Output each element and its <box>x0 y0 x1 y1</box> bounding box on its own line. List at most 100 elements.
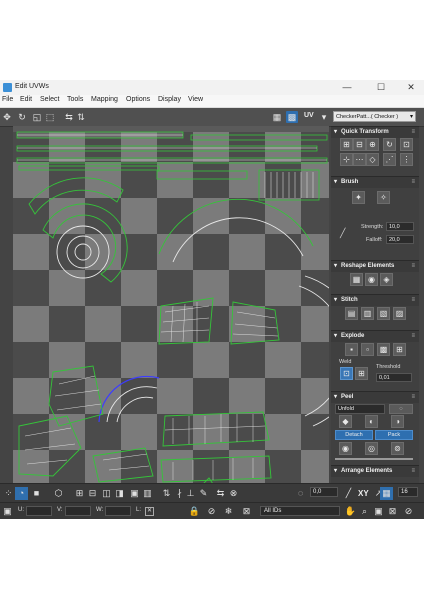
strength-spinner[interactable]: 10,0 <box>386 222 414 231</box>
angle-snap-icon[interactable]: ◌ <box>294 487 307 500</box>
spacing-icon[interactable]: ⋯ <box>353 153 366 166</box>
peel-rollout-header[interactable]: ▾ Peel ≡ <box>331 391 419 403</box>
absolute-mode-icon[interactable]: ▣ <box>1 505 14 518</box>
grow-icon[interactable]: ⊞ <box>73 487 86 500</box>
checker-toggle-icon[interactable]: ▩ <box>286 111 298 123</box>
freeform-icon[interactable]: ⬚ <box>44 111 56 123</box>
detach-button[interactable]: Detach <box>335 430 373 440</box>
break-icon[interactable]: ▪ <box>345 343 358 356</box>
menu-options[interactable]: Options <box>126 96 150 103</box>
uv-axis-label[interactable]: UV <box>304 112 314 119</box>
quick-peel-icon[interactable]: ◆ <box>339 415 352 428</box>
uv-canvas[interactable] <box>13 126 329 483</box>
arrange-elements-rollout-header[interactable]: ▾ Arrange Elements ≡ <box>331 465 419 477</box>
stitch-to-target-icon[interactable]: ▤ <box>345 307 358 320</box>
threshold-spinner[interactable]: 0,01 <box>376 373 412 382</box>
move-icon[interactable]: ✥ <box>1 111 13 123</box>
angle-field[interactable]: 0,0 <box>310 487 338 497</box>
texture-dropdown[interactable]: CheckerPatt...( Checker ) ▾ <box>333 111 416 122</box>
material-id-dropdown[interactable]: All IDs <box>260 506 340 516</box>
menu-select[interactable]: Select <box>40 96 59 103</box>
relax-tool-icon[interactable]: ◈ <box>380 273 393 286</box>
pack-button[interactable]: Pack <box>375 430 413 440</box>
scale-icon[interactable]: ◱ <box>31 111 43 123</box>
close-button[interactable]: ✕ <box>400 80 422 95</box>
relax-until-flat-icon[interactable]: ◉ <box>365 273 378 286</box>
sync-icon[interactable]: ⇆ <box>214 487 227 500</box>
peel-mode-icon[interactable]: ◐ <box>365 415 378 428</box>
peel-mode-dropdown[interactable]: Unfold <box>335 404 385 414</box>
loop-icon[interactable]: ◫ <box>100 487 113 500</box>
stitch-custom-icon[interactable]: ▨ <box>393 307 406 320</box>
align-to-edge-icon[interactable]: ⊡ <box>400 138 413 151</box>
stitch-to-source-icon[interactable]: ▧ <box>377 307 390 320</box>
v-field[interactable] <box>65 506 91 516</box>
stitch-rollout-header[interactable]: ▾ Stitch ≡ <box>331 294 419 306</box>
flip-icon[interactable]: ⇅ <box>75 111 87 123</box>
relax-brush-icon[interactable]: ✧ <box>377 191 390 204</box>
detach-edge-icon[interactable]: ▫ <box>361 343 374 356</box>
quick-transform-rollout-header[interactable]: ▾ Quick Transform ≡ <box>331 126 419 138</box>
show-hidden-icon[interactable]: ⊘ <box>205 505 218 518</box>
soft-select-icon[interactable]: ⇅ <box>160 487 173 500</box>
lock-checkbox[interactable]: ✕ <box>145 507 154 516</box>
element-mode-icon[interactable]: ⬡ <box>52 487 65 500</box>
unpin-icon[interactable]: ◎ <box>365 442 378 455</box>
brush-select-icon[interactable]: ✎ <box>197 487 210 500</box>
select-by-angle-icon[interactable]: ▣ <box>128 487 141 500</box>
peel-reset-button[interactable]: ◌ <box>389 404 413 414</box>
menu-mapping[interactable]: Mapping <box>91 96 118 103</box>
rotate-90-icon[interactable]: ↻ <box>383 138 396 151</box>
u-field[interactable] <box>26 506 52 516</box>
relax-icon[interactable]: ◇ <box>366 153 379 166</box>
pivot-icon[interactable]: ⋰ <box>383 153 396 166</box>
freeze-icon[interactable]: ❄ <box>222 505 235 518</box>
menu-display[interactable]: Display <box>158 96 181 103</box>
maximize-button[interactable]: ☐ <box>370 80 392 95</box>
menu-file[interactable]: File <box>2 96 13 103</box>
weld-all-icon[interactable]: ⊞ <box>355 367 368 380</box>
paint-move-icon[interactable]: ✦ <box>352 191 365 204</box>
explode-rollout-header[interactable]: ▾ Explode ≡ <box>331 330 419 342</box>
zoom-icon[interactable]: ⌕ <box>358 505 371 518</box>
select-overlap-icon[interactable]: ▥ <box>141 487 154 500</box>
pin-edges-icon[interactable]: ⊚ <box>391 442 404 455</box>
pan-hand-icon[interactable]: ✋ <box>344 505 357 518</box>
paint-select-icon[interactable]: ⊥ <box>184 487 197 500</box>
weld-selected-icon[interactable]: ⊡ <box>340 367 353 380</box>
zoom-region-icon[interactable]: ▣ <box>372 505 385 518</box>
straighten-icon[interactable]: ⊹ <box>340 153 353 166</box>
explode-icon[interactable]: ▩ <box>377 343 390 356</box>
w-field[interactable] <box>105 506 131 516</box>
distribute-icon[interactable]: ⋮ <box>400 153 413 166</box>
show-map-icon[interactable]: ▦ <box>271 111 283 123</box>
zoom-extents-icon[interactable]: ⊠ <box>386 505 399 518</box>
align-vertical-icon[interactable]: ⊟ <box>353 138 366 151</box>
reshape-elements-rollout-header[interactable]: ▾ Reshape Elements ≡ <box>331 260 419 272</box>
ignore-backface-icon[interactable]: ⊗ <box>227 487 240 500</box>
filter-icon[interactable]: ⊠ <box>240 505 253 518</box>
minimize-button[interactable]: — <box>336 80 358 95</box>
menu-view[interactable]: View <box>188 96 203 103</box>
peel-pin-icon[interactable]: ◑ <box>391 415 404 428</box>
peel-slider[interactable] <box>335 458 413 460</box>
uv-viewport[interactable] <box>13 126 329 483</box>
edge-mode-icon[interactable]: ◔ <box>15 487 28 500</box>
straighten-selection-icon[interactable]: ▦ <box>350 273 363 286</box>
polygon-mode-icon[interactable]: ■ <box>30 487 43 500</box>
pin-icon[interactable]: ◉ <box>339 442 352 455</box>
rotate-icon[interactable]: ↻ <box>16 111 28 123</box>
menu-edit[interactable]: Edit <box>20 96 32 103</box>
ruler-icon[interactable]: ╱ <box>342 487 355 500</box>
align-horizontal-icon[interactable]: ⊞ <box>340 138 353 151</box>
align-center-icon[interactable]: ⊕ <box>366 138 379 151</box>
mirror-icon[interactable]: ⇆ <box>63 111 75 123</box>
falloff-spinner[interactable]: 20,0 <box>386 235 414 244</box>
xy-toggle[interactable]: XY <box>358 489 369 498</box>
grid-snap-icon[interactable]: ▦ <box>380 487 393 500</box>
vertex-mode-icon[interactable]: ⁘ <box>2 487 15 500</box>
uv-options-icon[interactable]: ▾ <box>318 111 330 123</box>
stitch-average-icon[interactable]: ▥ <box>361 307 374 320</box>
ring-icon[interactable]: ◨ <box>113 487 126 500</box>
lock-icon[interactable]: 🔒 <box>188 505 201 518</box>
